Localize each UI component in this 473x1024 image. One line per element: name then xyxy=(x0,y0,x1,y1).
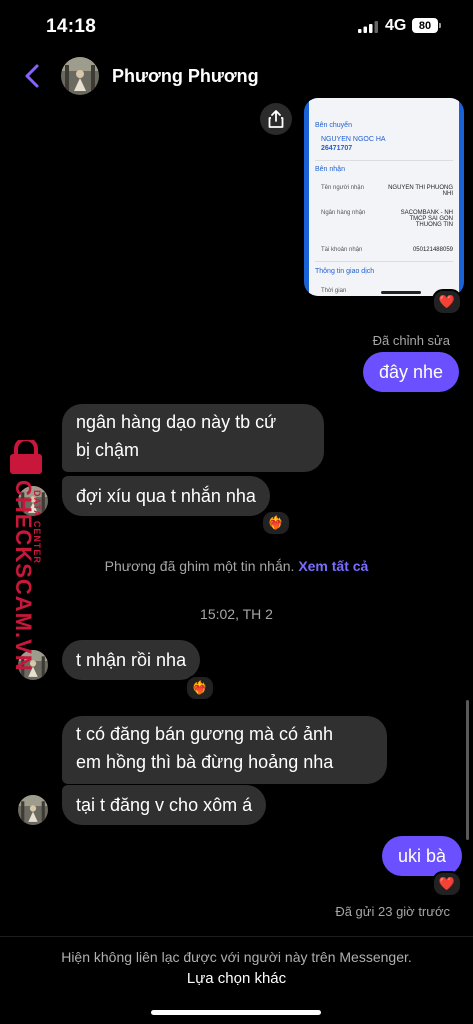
heart-reaction[interactable]: ❤️ xyxy=(432,289,462,315)
receipt-divider xyxy=(315,160,453,161)
receipt-receiver-name-label: Tên người nhận xyxy=(321,185,364,191)
message-bubble-them[interactable]: tại t đăng v cho xôm á xyxy=(62,785,267,825)
see-all-link[interactable]: Xem tất cả xyxy=(298,558,368,574)
signal-icon xyxy=(358,21,378,33)
network-type: 4G xyxy=(385,17,407,34)
receipt-sender-section: Bên chuyển xyxy=(315,122,352,129)
receipt-sender-account: 26471707 xyxy=(321,145,353,152)
lock-icon xyxy=(10,440,42,474)
receipt-home-indicator xyxy=(381,291,421,294)
contact-avatar[interactable] xyxy=(61,57,99,95)
timestamp: 15:02, TH 2 xyxy=(200,606,273,622)
contact-avatar-small[interactable] xyxy=(18,795,48,825)
avatar-photo-icon xyxy=(18,795,48,825)
back-arrow-icon[interactable] xyxy=(22,63,44,89)
message-text: đợi xíu qua t nhắn nha xyxy=(76,486,256,506)
checkscam-watermark: CHECKSCAM.VN DATA CENTER xyxy=(2,440,46,672)
pinned-message-notice: Phương đã ghim một tin nhắn. Xem tất cả xyxy=(0,558,473,574)
message-bubble-me[interactable]: uki bà xyxy=(382,836,463,876)
edited-label: Đã chỉnh sửa xyxy=(372,333,450,348)
status-time: 14:18 xyxy=(46,16,97,37)
heart-reaction[interactable]: ❤️ xyxy=(432,871,462,897)
share-button[interactable] xyxy=(260,103,292,135)
home-indicator[interactable] xyxy=(151,1010,321,1015)
receipt-bank-name: SACOMBANK - NH TMCP SAI GON THUONG TIN xyxy=(400,210,453,228)
divider xyxy=(0,936,473,937)
message-text: tại t đăng v cho xôm á xyxy=(76,795,253,815)
watermark-subtext: DATA CENTER xyxy=(32,490,42,564)
message-text-line: ngân hàng dạo này tb cứ xyxy=(76,412,277,432)
sent-status: Đã gửi 23 giờ trước xyxy=(335,904,450,919)
receipt-time-label: Thời gian xyxy=(321,288,347,294)
message-text: t nhận rồi nha xyxy=(76,650,187,670)
message-text: uki bà xyxy=(398,845,447,866)
contact-name[interactable]: Phương Phương xyxy=(112,66,259,87)
message-text: đây nhe xyxy=(379,361,444,382)
heart-on-fire-icon: ❤️‍🔥 xyxy=(191,680,209,695)
system-text: Phương đã ghim một tin nhắn. xyxy=(104,558,295,574)
battery-tip xyxy=(439,23,441,28)
transfer-receipt-image[interactable]: Bên chuyển NGUYEN NGOC HA 26471707 Bên n… xyxy=(304,98,464,296)
heart-icon: ❤️ xyxy=(438,294,456,309)
receipt-account-number: 050121488059 xyxy=(412,247,453,253)
receipt-account-label: Tài khoản nhận xyxy=(321,247,363,253)
heart-on-fire-reaction[interactable]: ❤️‍🔥 xyxy=(185,675,215,701)
unavailable-notice: Hiện không liên lạc được với người này t… xyxy=(61,949,412,965)
receipt-bank-label: Ngân hàng nhận xyxy=(321,210,366,216)
other-options-button[interactable]: Lựa chọn khác xyxy=(0,970,473,987)
receipt-info-section: Thông tin giao dịch xyxy=(315,268,375,275)
message-text-line: bị chậm xyxy=(76,440,140,460)
heart-icon: ❤️ xyxy=(438,876,456,891)
message-bubble-them[interactable]: đợi xíu qua t nhắn nha xyxy=(62,476,270,516)
scrollbar[interactable] xyxy=(466,700,469,840)
message-bubble-them[interactable]: t có đăng bán gương mà có ảnh em hồng th… xyxy=(62,716,387,784)
message-text-line: em hồng thì bà đừng hoảng nha xyxy=(76,752,334,772)
message-bubble-them[interactable]: ngân hàng dạo này tb cứ bị chậm xyxy=(62,404,324,472)
heart-on-fire-reaction[interactable]: ❤️‍🔥 xyxy=(261,510,291,536)
battery-icon: 80 xyxy=(412,18,438,33)
message-bubble-me[interactable]: đây nhe xyxy=(363,352,460,392)
battery-level: 80 xyxy=(418,19,432,32)
message-bubble-them[interactable]: t nhận rồi nha xyxy=(62,640,201,680)
receipt-divider xyxy=(315,261,453,262)
receipt-card: Bên chuyển NGUYEN NGOC HA 26471707 Bên n… xyxy=(309,98,459,296)
share-icon xyxy=(268,110,284,128)
heart-on-fire-icon: ❤️‍🔥 xyxy=(267,515,285,530)
avatar-photo-icon xyxy=(61,57,99,95)
message-text-line: t có đăng bán gương mà có ảnh xyxy=(76,724,334,744)
receipt-receiver-name: NGUYEN THI PHUONG NHI xyxy=(388,185,453,197)
receipt-receiver-section: Bên nhận xyxy=(315,166,345,173)
receipt-sender-name: NGUYEN NGOC HA xyxy=(321,136,386,143)
